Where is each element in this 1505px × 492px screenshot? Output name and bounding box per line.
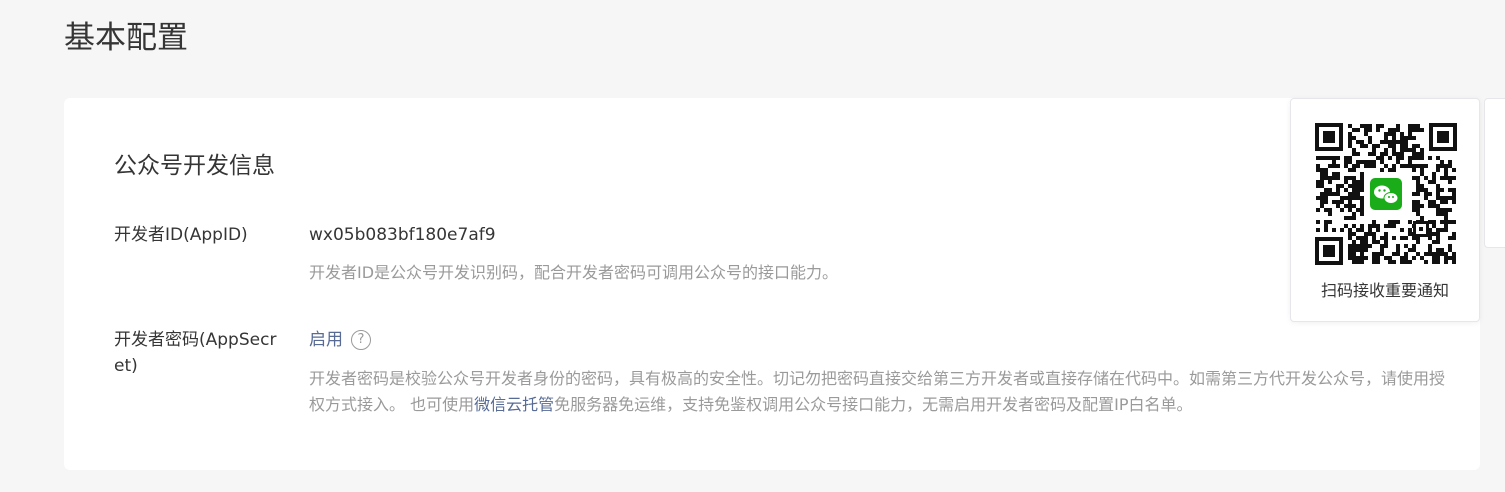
- qr-caption: 扫码接收重要通知: [1320, 281, 1449, 300]
- appsecret-description: 开发者密码是校验公众号开发者身份的密码，具有极高的安全性。切记勿把密码直接交给第…: [309, 366, 1449, 418]
- appsecret-label: 开发者密码(AppSecret): [114, 330, 277, 376]
- appsecret-status-link[interactable]: 启用: [309, 327, 343, 353]
- qr-notification-panel: 扫码接收重要通知: [1290, 98, 1480, 322]
- side-panel-edge: [1484, 98, 1505, 248]
- appsecret-description-tail: 免服务器免运维，支持免鉴权调用公众号接口能力，无需启用开发者密码及配置IP白名单…: [554, 395, 1193, 414]
- appid-description: 开发者ID是公众号开发识别码，配合开发者密码可调用公众号的接口能力。: [309, 263, 839, 282]
- appid-value[interactable]: wx05b083bf180e7af9: [309, 222, 496, 248]
- qr-code: [1315, 123, 1457, 265]
- section-title: 公众号开发信息: [114, 153, 275, 179]
- appid-label: 开发者ID(AppID): [114, 225, 248, 245]
- wechat-icon: [1368, 176, 1404, 212]
- question-circle-icon[interactable]: ?: [351, 330, 371, 350]
- appsecret-status: 启用 ?: [309, 327, 371, 353]
- wechat-cloud-hosting-link[interactable]: 微信云托管: [474, 395, 554, 414]
- developer-info-card: 公众号开发信息 开发者ID(AppID) wx05b083bf180e7af9 …: [64, 98, 1480, 470]
- page-title: 基本配置: [64, 20, 188, 56]
